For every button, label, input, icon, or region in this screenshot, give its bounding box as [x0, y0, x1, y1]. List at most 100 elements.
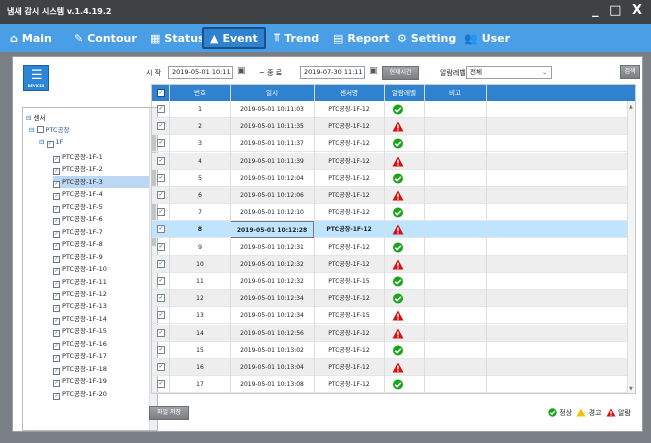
tree-checkbox[interactable]: ✓ — [53, 380, 60, 388]
tree-checkbox[interactable]: ✓ — [53, 218, 60, 226]
menu-user[interactable]: 👥 User — [458, 27, 516, 49]
tree-node-sensor[interactable]: ✓ PTC공장-1F-14 — [53, 313, 107, 325]
end-datetime-input[interactable]: 2019-07-30 11:11 — [300, 66, 365, 79]
tree-checkbox[interactable]: ✓ — [53, 280, 60, 288]
row-checkbox[interactable]: ✓ — [157, 191, 165, 199]
row-checkbox[interactable]: ✓ — [157, 328, 165, 337]
devices-button[interactable]: ☰ DEVICES — [23, 65, 49, 91]
row-checkbox[interactable]: ✓ — [157, 139, 165, 148]
row-checkbox[interactable]: ✓ — [157, 277, 165, 285]
tree-checkbox[interactable]: ✓ — [53, 317, 60, 325]
tree-node-sensor[interactable]: ✓ PTC공장-1F-17 — [53, 350, 107, 363]
tree-node-floor[interactable]: ⊟ ✓ 1F — [39, 136, 63, 148]
tree-checkbox[interactable]: ✓ — [53, 193, 60, 201]
start-datetime-input[interactable]: 2019-05-01 10:11 — [168, 66, 233, 79]
save-file-button[interactable]: 파일 저장 — [149, 406, 189, 420]
row-checkbox[interactable]: ✓ — [157, 122, 165, 131]
tree-checkbox[interactable]: ✓ — [53, 243, 60, 251]
menu-status[interactable]: ▦ Status — [144, 27, 211, 49]
now-time-button[interactable]: 현재시간 — [382, 66, 419, 80]
scroll-down-icon[interactable]: ▼ — [629, 386, 633, 392]
tree-node-sensor[interactable]: ✓ PTC공장-1F-6 — [53, 213, 103, 226]
tree-node-sensor[interactable]: ✓ PTC공장-1F-19 — [53, 375, 107, 388]
tree-node-sensor[interactable]: ✓ PTC공장-1F-5 — [53, 201, 103, 213]
tree-checkbox[interactable]: ✓ — [53, 355, 60, 363]
row-checkbox[interactable]: ✓ — [157, 259, 165, 268]
table-row[interactable]: ✓ 12 2019-05-01 10:12:34 PTC공장-1F-12 — [152, 290, 627, 308]
row-checkbox[interactable]: ✓ — [157, 294, 165, 303]
row-checkbox[interactable]: ✓ — [157, 208, 165, 217]
tree-node-sensor[interactable]: ✓ PTC공장-1F-15 — [53, 325, 107, 338]
tree-checkbox[interactable]: ✓ — [53, 392, 60, 400]
select-all-checkbox[interactable]: ✓ — [157, 89, 165, 97]
menu-main[interactable]: ⌂ Main — [4, 27, 58, 49]
table-row[interactable]: ✓ 14 2019-05-01 10:12:56 PTC공장-1F-12 — [152, 324, 627, 342]
tree-node-sensor[interactable]: ✓ PTC공장-1F-11 — [53, 276, 107, 288]
row-checkbox[interactable]: ✓ — [157, 105, 165, 113]
tree-checkbox[interactable]: ✓ — [46, 141, 54, 148]
table-row[interactable]: ✓ 4 2019-05-01 10:11:39 PTC공장-1F-12 — [152, 152, 627, 170]
tree-node-sensor[interactable]: ✓ PTC공장-1F-12 — [53, 288, 107, 300]
table-row[interactable]: ✓ 8 2019-05-01 10:12:28 PTC공장-1F-12 — [152, 221, 627, 239]
table-row[interactable]: ✓ 5 2019-05-01 10:12:04 PTC공장-1F-12 — [152, 170, 627, 187]
table-row[interactable]: ✓ 17 2019-05-01 10:13:08 PTC공장-1F-12 — [152, 376, 627, 393]
row-checkbox[interactable]: ✓ — [157, 380, 165, 389]
table-row[interactable]: ✓ 13 2019-05-01 10:12:34 PTC공장-1F-15 — [152, 307, 627, 325]
table-row[interactable]: ✓ 10 2019-05-01 10:12:32 PTC공장-1F-12 — [152, 255, 627, 273]
tree-node-sensor[interactable]: ✓ PTC공장-1F-9 — [53, 251, 103, 263]
table-row[interactable]: ✓ 3 2019-05-01 10:11:37 PTC공장-1F-12 — [152, 135, 627, 153]
collapse-icon[interactable]: ⊟ — [29, 126, 37, 134]
tree-checkbox[interactable]: ✓ — [53, 367, 60, 375]
tree-node-sensor[interactable]: ✓ PTC공장-1F-1 — [53, 151, 103, 163]
tree-node-sensor[interactable]: ✓ PTC공장-1F-7 — [53, 226, 103, 238]
row-checkbox[interactable]: ✓ — [157, 173, 165, 182]
tree-checkbox[interactable]: ✓ — [53, 255, 60, 263]
tree-checkbox[interactable]: ✓ — [53, 330, 60, 338]
tree-checkbox[interactable]: ✓ — [53, 268, 60, 276]
tree-checkbox[interactable]: ✓ — [53, 230, 60, 238]
row-checkbox[interactable]: ✓ — [157, 225, 165, 234]
calendar-icon[interactable]: ▣ — [237, 66, 246, 76]
menu-report[interactable]: ▤ Report — [327, 27, 395, 49]
table-row[interactable]: ✓ 15 2019-05-01 10:13:02 PTC공장-1F-12 — [152, 342, 627, 359]
tree-node-sensor[interactable]: ✓ PTC공장-1F-13 — [53, 300, 107, 313]
row-checkbox[interactable]: ✓ — [157, 363, 165, 371]
search-button[interactable]: 검색 — [620, 65, 640, 79]
tree-node-sensor[interactable]: ✓ PTC공장-1F-2 — [53, 163, 103, 176]
tree-checkbox[interactable]: ✓ — [53, 156, 60, 163]
table-scrollbar[interactable]: ▲ ▼ — [627, 101, 635, 393]
tree-node-sensor[interactable]: ✓ PTC공장-1F-8 — [53, 238, 103, 251]
row-checkbox[interactable]: ✓ — [157, 345, 165, 354]
menu-setting[interactable]: ⚙ Setting — [391, 27, 462, 49]
menu-trend[interactable]: ⫪ Trend — [268, 27, 325, 49]
tree-checkbox[interactable] — [36, 126, 44, 133]
tree-checkbox[interactable]: ✓ — [53, 305, 60, 313]
table-row[interactable]: ✓ 16 2019-05-01 10:13:04 PTC공장-1F-12 — [152, 359, 627, 376]
collapse-icon[interactable]: ⊟ — [39, 138, 47, 146]
table-row[interactable]: ✓ 9 2019-05-01 10:12:31 PTC공장-1F-12 — [152, 239, 627, 256]
menu-event[interactable]: ▲ Event — [202, 27, 266, 49]
tree-checkbox[interactable]: ✓ — [53, 168, 60, 176]
tree-node-sensor[interactable]: ✓ PTC공장-1F-18 — [53, 363, 107, 375]
table-row[interactable]: ✓ 7 2019-05-01 10:12:10 PTC공장-1F-12 — [152, 204, 627, 222]
row-checkbox[interactable]: ✓ — [157, 242, 165, 251]
alarm-level-select[interactable]: 전체 ⌄ — [466, 66, 552, 79]
tree-node-root[interactable]: ⊟ 센서 — [26, 112, 45, 124]
collapse-icon[interactable]: ⊟ — [26, 114, 34, 122]
tree-node-sensor[interactable]: ✓ PTC공장-1F-4 — [53, 188, 103, 201]
row-checkbox[interactable]: ✓ — [157, 311, 165, 320]
table-row[interactable]: ✓ 1 2019-05-01 10:11:03 PTC공장-1F-12 — [152, 101, 627, 118]
tree-checkbox[interactable]: ✓ — [53, 180, 60, 188]
tree-node-sensor[interactable]: ✓ PTC공장-1F-3 — [53, 175, 149, 188]
table-row[interactable]: ✓ 2 2019-05-01 10:11:35 PTC공장-1F-12 — [152, 118, 627, 136]
tree-checkbox[interactable]: ✓ — [53, 342, 60, 350]
window-controls[interactable]: _ □ X — [592, 3, 645, 18]
calendar-icon[interactable]: ▣ — [369, 66, 378, 76]
tree-checkbox[interactable]: ✓ — [53, 292, 60, 300]
tree-node-factory[interactable]: ⊟ PTC공장 — [29, 124, 70, 136]
tree-node-sensor[interactable]: ✓ PTC공장-1F-10 — [53, 263, 107, 276]
tree-node-sensor[interactable]: ✓ PTC공장-1F-16 — [53, 338, 107, 350]
tree-node-sensor[interactable]: ✓ PTC공장-1F-20 — [53, 388, 107, 400]
row-checkbox[interactable]: ✓ — [157, 156, 165, 165]
table-row[interactable]: ✓ 6 2019-05-01 10:12:06 PTC공장-1F-12 — [152, 187, 627, 204]
